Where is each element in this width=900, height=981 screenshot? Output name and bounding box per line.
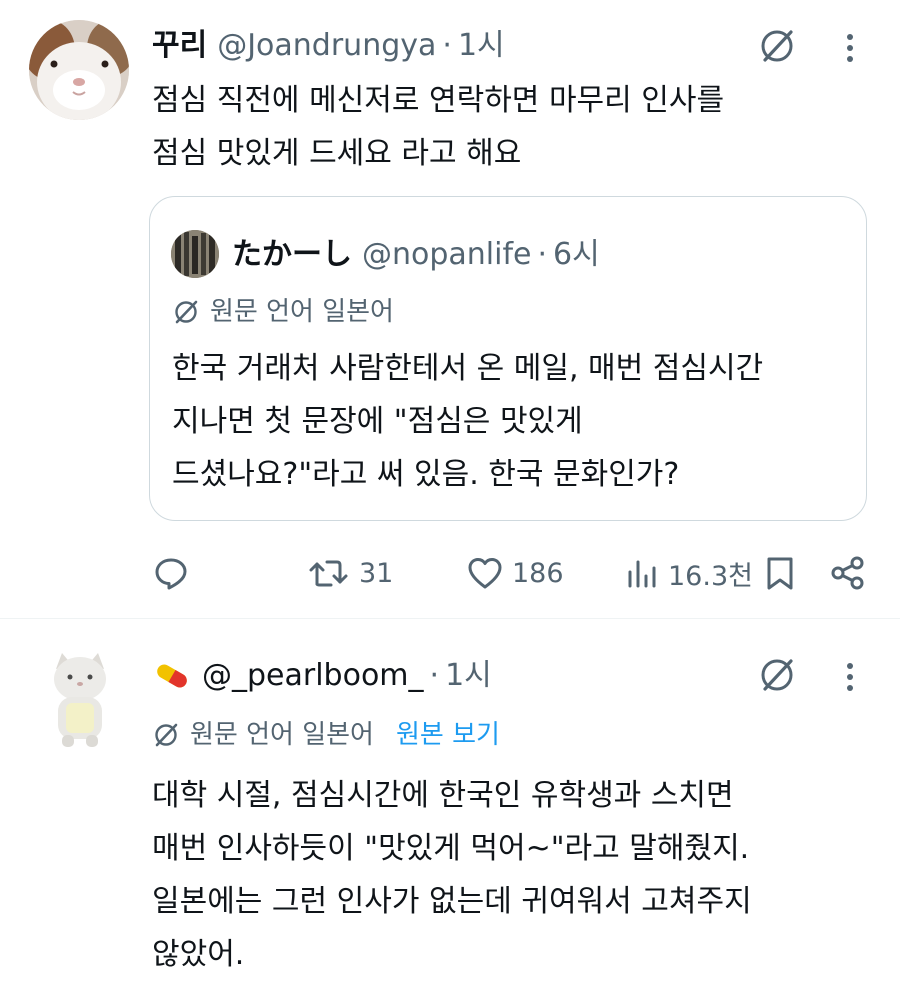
reply-icon [155,558,187,590]
grok-slash-icon [175,300,198,324]
display-name[interactable]: 꾸리 [152,26,207,66]
pill-emoji-icon [150,659,194,693]
separator-dot: · [429,658,440,693]
share-button[interactable] [829,548,867,598]
views-count: 16.3천 [668,560,753,592]
tweet-2-header: @_pearlboom_ · 1시 [150,656,492,696]
avatar-plush-cat[interactable] [40,651,120,749]
tweet-body-line: 점심 직전에 메신저로 연락하면 마무리 인사를 [152,83,725,118]
more-vertical-icon[interactable] [838,28,862,68]
tweet-1[interactable]: 꾸리 @Joandrungya · 1시 점심 직전에 메신저로 연락하면 마무… [0,0,900,618]
tweet-2[interactable]: @_pearlboom_ · 1시 원문 언어 일본어 원본 보기 대학 시절,… [0,619,900,977]
quote-avatar [171,230,219,278]
show-original-link[interactable]: 원본 보기 [396,717,500,753]
tweet-1-action-bar: 31 186 16.3천 [0,548,900,598]
quote-body: 한국 거래처 사람한테서 온 메일, 매번 점심시간 지나면 첫 문장에 "점심… [172,342,763,501]
views-button[interactable]: 16.3천 [624,548,753,598]
tweet-body-line: 않았어. [152,937,245,972]
retweet-button[interactable]: 31 [307,548,393,598]
more-vertical-icon[interactable] [838,657,862,697]
grok-slash-icon[interactable] [757,26,797,66]
quote-translation-note: 원문 언어 일본어 [172,294,394,330]
translation-label: 원문 언어 일본어 [190,720,374,750]
tweet-body-line: 점심 맛있게 드세요 라고 해요 [152,136,522,171]
plush-cat-avatar-image [54,653,106,747]
quoted-tweet-card[interactable]: たかーし @nopanlife · 6시 원문 언어 일본어 한국 거래처 사람… [149,196,867,521]
tweet-body-line: 매번 인사하듯이 "맛있게 먹어~"라고 말해줬지. [152,831,750,866]
quote-user-handle: @nopanlife [362,237,532,272]
translation-label: 원문 언어 일본어 [210,297,394,327]
quote-avatar-image [171,230,219,278]
quote-header: たかーし @nopanlife · 6시 [232,235,600,275]
tweet-2-body: 대학 시절, 점심시간에 한국인 유학생과 스치면 매번 인사하듯이 "맛있게 … [152,769,752,981]
tweet-body-line: 일본에는 그런 인사가 없는데 귀여워서 고쳐주지 [152,884,752,919]
quote-body-line: 한국 거래처 사람한테서 온 메일, 매번 점심시간 [172,351,764,386]
like-button[interactable]: 186 [466,548,564,598]
guinea-pig-avatar-image [29,20,129,120]
grok-slash-icon [155,723,178,747]
quote-body-line: 드셨나요?"라고 써 있음. 한국 문화인가? [172,457,680,492]
retweet-count: 31 [359,557,394,589]
separator-dot: · [537,237,548,272]
retweet-icon [309,560,348,587]
timestamp[interactable]: 1시 [445,656,492,696]
timestamp[interactable]: 1시 [458,26,505,66]
separator-dot: · [442,28,452,63]
user-handle[interactable]: @Joandrungya [217,26,436,66]
bookmark-button[interactable] [764,548,796,598]
quote-body-line: 지나면 첫 문장에 "점심은 맛있게 [172,404,583,439]
user-handle[interactable]: @_pearlboom_ [202,656,424,696]
quote-timestamp: 6시 [553,237,600,272]
tweet-1-body: 점심 직전에 메신저로 연락하면 마무리 인사를 점심 맛있게 드세요 라고 해… [152,74,724,180]
quote-display-name: たかーし [232,237,352,272]
views-icon [628,560,656,588]
grok-slash-icon[interactable] [757,655,797,695]
avatar-guinea-pig[interactable] [29,20,129,120]
bookmark-icon [767,557,793,590]
translation-note: 원문 언어 일본어 원본 보기 [152,717,500,753]
reply-button[interactable] [152,548,198,598]
share-icon [831,556,864,590]
like-count: 186 [512,557,564,589]
tweet-1-header: 꾸리 @Joandrungya · 1시 [152,26,505,66]
tweet-body-line: 대학 시절, 점심시간에 한국인 유학생과 스치면 [152,778,734,813]
heart-icon [468,558,502,589]
